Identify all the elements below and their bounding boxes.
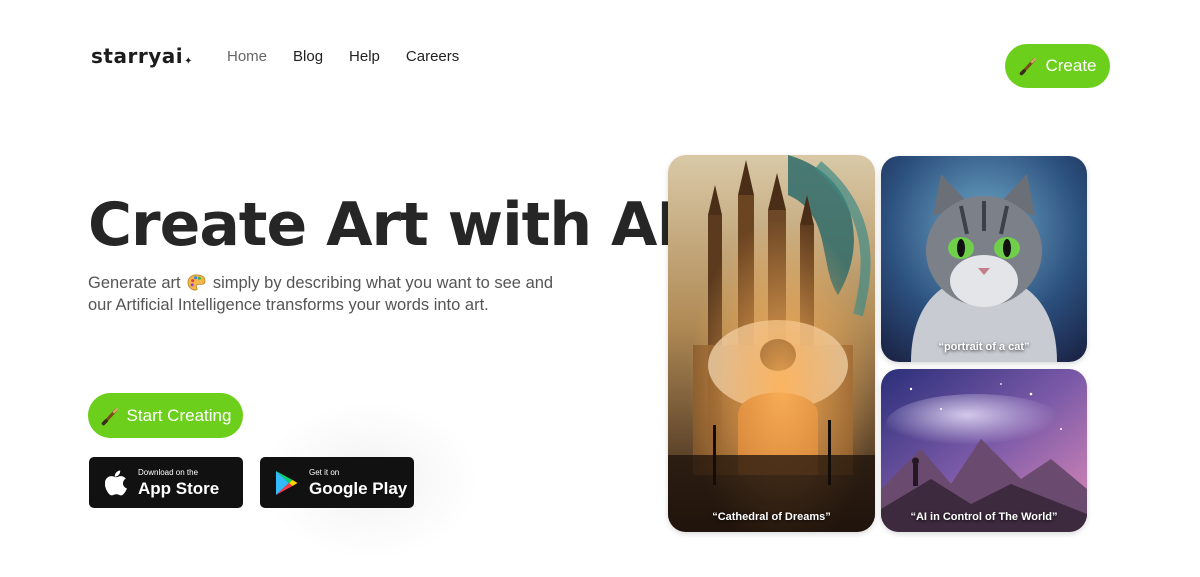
cat-artwork bbox=[881, 156, 1087, 362]
brush-icon bbox=[100, 406, 120, 426]
gallery-image-space[interactable]: “AI in Control of The World” bbox=[881, 369, 1087, 532]
create-button[interactable]: Create bbox=[1005, 44, 1110, 88]
brand-logo[interactable]: starryai✦ bbox=[91, 44, 193, 68]
google-play-badge[interactable]: Get it on Google Play bbox=[260, 457, 414, 508]
brush-icon bbox=[1018, 56, 1038, 76]
spark-icon: ✦ bbox=[184, 56, 193, 67]
gallery-image-cathedral[interactable]: “Cathedral of Dreams” bbox=[668, 155, 875, 532]
nav-item-blog[interactable]: Blog bbox=[293, 48, 323, 65]
nav-item-help[interactable]: Help bbox=[349, 48, 380, 65]
create-button-label: Create bbox=[1045, 56, 1097, 75]
app-store-small-label: Download on the bbox=[138, 467, 199, 477]
hero-subtitle-part1: Generate art bbox=[88, 274, 181, 292]
app-store-text: Download on the App Store bbox=[138, 467, 220, 498]
space-artwork bbox=[881, 369, 1087, 532]
start-creating-label: Start Creating bbox=[126, 405, 232, 425]
google-play-icon bbox=[274, 469, 300, 497]
brand-name: starryai bbox=[91, 44, 184, 68]
nav-item-home[interactable]: Home bbox=[227, 48, 267, 65]
gallery-caption: “AI in Control of The World” bbox=[910, 511, 1058, 523]
gallery-caption: “portrait of a cat” bbox=[938, 341, 1030, 353]
gallery-caption: “Cathedral of Dreams” bbox=[712, 511, 831, 523]
google-play-big-label: Google Play bbox=[309, 478, 408, 498]
hero-title: Create Art with AI bbox=[88, 190, 679, 260]
app-store-badge[interactable]: Download on the App Store bbox=[89, 457, 243, 508]
gallery-image-cat[interactable]: “portrait of a cat” bbox=[881, 156, 1087, 362]
hero-subtitle: Generate art simply by describing what y… bbox=[88, 272, 568, 316]
google-play-small-label: Get it on bbox=[309, 467, 340, 477]
apple-icon bbox=[103, 469, 129, 497]
start-creating-button[interactable]: Start Creating bbox=[88, 393, 243, 438]
cathedral-artwork bbox=[668, 155, 875, 532]
nav-item-careers[interactable]: Careers bbox=[406, 48, 459, 65]
google-play-text: Get it on Google Play bbox=[309, 467, 408, 498]
palette-emoji-icon bbox=[187, 273, 206, 292]
app-store-big-label: App Store bbox=[138, 478, 220, 498]
main-nav: Home Blog Help Careers bbox=[227, 48, 459, 65]
